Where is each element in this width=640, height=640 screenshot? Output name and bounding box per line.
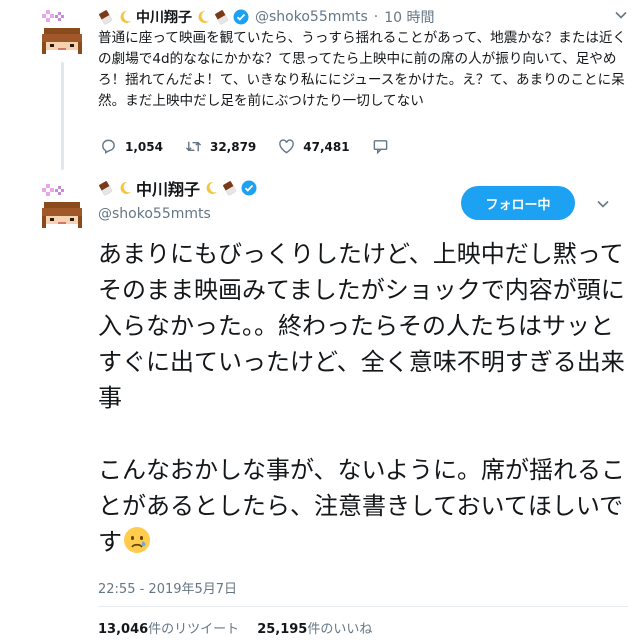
tweet1-time[interactable]: 10 時間 — [384, 7, 434, 27]
verified-badge-icon — [233, 9, 249, 25]
tweet1-actions: 1,054 32,879 47,481 — [100, 138, 411, 155]
reply-icon — [102, 139, 115, 154]
reply-count: 1,054 — [125, 139, 163, 154]
chocolate-icon — [222, 180, 238, 196]
avatar[interactable] — [36, 180, 88, 232]
avatar[interactable] — [36, 6, 88, 58]
like-stat[interactable]: 25,195件のいいね — [257, 618, 372, 637]
retweet-stat[interactable]: 13,046件のリツイート — [98, 618, 239, 637]
message-button[interactable] — [372, 138, 389, 155]
reply-button[interactable]: 1,054 — [100, 138, 163, 155]
like-button[interactable]: 47,481 — [278, 138, 350, 155]
tweet2-display-name[interactable]: 中川翔子 — [98, 176, 257, 200]
tweet2-handle[interactable]: @shoko55mmts — [98, 206, 211, 222]
heart-icon — [279, 139, 295, 154]
tweet2-timestamp[interactable]: 22:55 - 2019年5月7日 — [98, 578, 237, 597]
crescent-moon-icon — [195, 9, 211, 25]
chevron-down-icon[interactable] — [596, 196, 610, 210]
tweet1-text: 普通に座って映画を観ていたら、うっすら揺れることがあって、地震かな？または近くの… — [98, 30, 627, 109]
tweet2-paragraph-2: こんなおかしな事が、ないように。席が揺れることがあるとしたら、注意書きしておいて… — [98, 456, 626, 556]
retweet-icon — [185, 141, 202, 152]
retweet-count: 32,879 — [209, 139, 257, 154]
tweet2-stats: 13,046件のリツイート 25,195件のいいね — [98, 618, 372, 637]
crying-face-icon — [122, 525, 152, 555]
chevron-down-icon[interactable] — [614, 8, 628, 22]
verified-badge-icon — [241, 180, 257, 196]
tweet1-display-name[interactable]: 中川翔子 — [98, 7, 249, 27]
like-count: 47,481 — [303, 139, 350, 154]
tweet1-header: 中川翔子 @shoko55mmts · 10 時間 — [98, 6, 628, 28]
tweet2-paragraph-1: あまりにもびっくりしたけど、上映中だし黙ってそのまま映画みてましたがショックで内… — [98, 240, 625, 412]
crescent-moon-icon — [117, 9, 133, 25]
chocolate-icon — [214, 9, 230, 25]
chocolate-icon — [98, 180, 114, 196]
separator-dot: · — [373, 9, 379, 25]
chocolate-icon — [98, 9, 114, 25]
crescent-moon-icon — [117, 180, 133, 196]
divider — [98, 606, 628, 607]
tweet2-text: あまりにもびっくりしたけど、上映中だし黙ってそのまま映画みてましたがショックで内… — [98, 236, 628, 560]
following-button[interactable]: フォロー中 — [461, 186, 575, 220]
crescent-moon-icon — [203, 180, 219, 196]
thread-line — [61, 62, 64, 170]
tweet1-handle[interactable]: @shoko55mmts — [255, 9, 368, 25]
message-icon — [373, 140, 387, 155]
retweet-button[interactable]: 32,879 — [185, 138, 256, 155]
